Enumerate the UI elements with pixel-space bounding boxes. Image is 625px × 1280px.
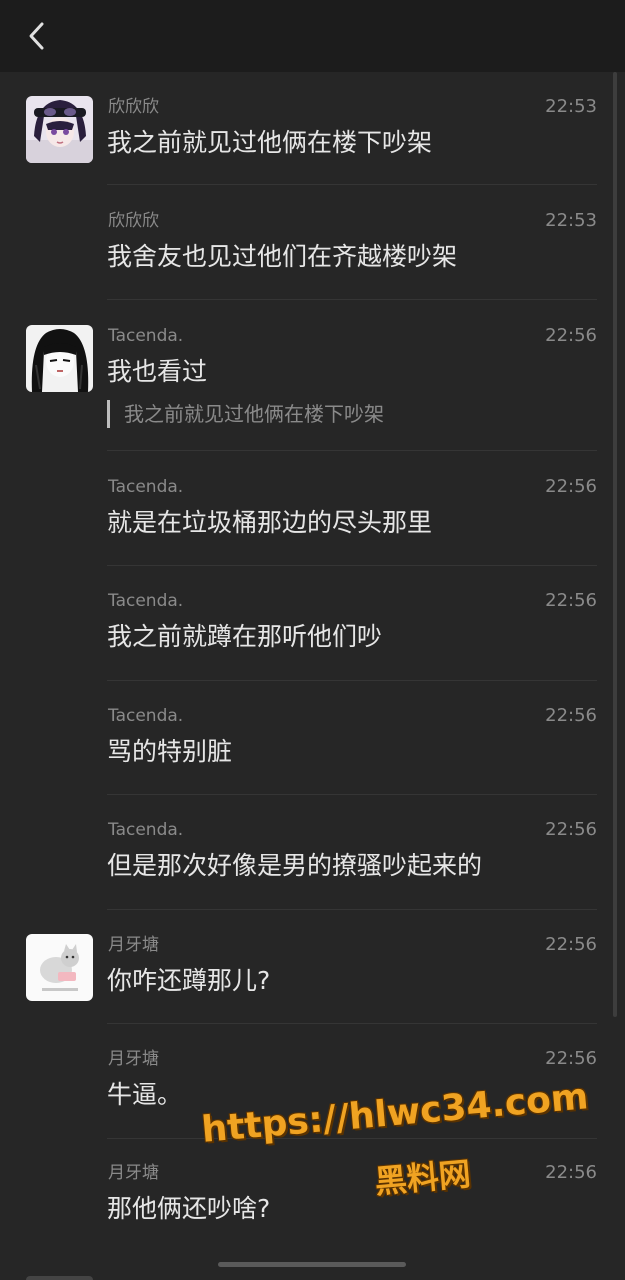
sender-name: Tacenda.: [108, 706, 184, 726]
message-text: 骂的特别脏: [107, 737, 233, 766]
sender-name: Tacenda.: [108, 326, 184, 346]
message-time: 22:56: [545, 934, 597, 955]
message-item[interactable]: 欣欣欣 22:53 我之前就见过他俩在楼下吵架: [0, 96, 625, 176]
home-indicator[interactable]: [218, 1262, 406, 1267]
next-message-avatar: [26, 1276, 93, 1280]
message-item[interactable]: Tacenda. 22:56 就是在垃圾桶那边的尽头那里: [0, 476, 625, 556]
sender-name: 月牙塘: [108, 1163, 159, 1183]
message-time: 22:53: [545, 210, 597, 231]
message-time: 22:56: [545, 476, 597, 497]
message-text: 但是那次好像是男的撩骚吵起来的: [107, 851, 483, 880]
watermark-label: 黑料网: [373, 1154, 473, 1201]
sender-name: 月牙塘: [108, 935, 159, 955]
divider: [107, 299, 597, 300]
message-time: 22:56: [545, 705, 597, 726]
divider: [107, 565, 597, 566]
message-time: 22:56: [545, 590, 597, 611]
cat-sticker-avatar[interactable]: [26, 934, 93, 1001]
quoted-message[interactable]: 我之前就见过他俩在楼下吵架: [107, 400, 384, 428]
message-item[interactable]: Tacenda. 22:56 骂的特别脏: [0, 705, 625, 785]
sender-name: Tacenda.: [108, 591, 184, 611]
message-text: 我之前就见过他俩在楼下吵架: [107, 128, 433, 157]
divider: [107, 450, 597, 451]
message-text: 我之前就蹲在那听他们吵: [107, 622, 383, 651]
message-text: 你咋还蹲那儿?: [107, 966, 271, 995]
message-item[interactable]: 月牙塘 22:56 你咋还蹲那儿?: [0, 934, 625, 1014]
sender-name: 月牙塘: [108, 1049, 159, 1069]
message-time: 22:56: [545, 325, 597, 346]
message-time: 22:56: [545, 1048, 597, 1069]
chevron-left-icon: [29, 22, 44, 50]
divider: [107, 184, 597, 185]
scrollbar[interactable]: [613, 72, 617, 1017]
sender-name: 欣欣欣: [108, 211, 159, 231]
message-item[interactable]: 欣欣欣 22:53 我舍友也见过他们在齐越楼吵架: [0, 210, 625, 290]
chat-screen: 欣欣欣 22:53 我之前就见过他俩在楼下吵架 欣欣欣 22:53 我舍友也见过…: [0, 0, 625, 1280]
message-text: 就是在垃圾桶那边的尽头那里: [107, 508, 433, 537]
divider: [107, 794, 597, 795]
message-time: 22:56: [545, 819, 597, 840]
message-time: 22:53: [545, 96, 597, 117]
message-item[interactable]: Tacenda. 22:56 我也看过 我之前就见过他俩在楼下吵架: [0, 325, 625, 435]
message-text: 牛逼。: [107, 1080, 183, 1109]
sender-name: Tacenda.: [108, 477, 184, 497]
divider: [107, 1023, 597, 1024]
back-button[interactable]: [14, 14, 58, 58]
manga-girl-avatar[interactable]: [26, 325, 93, 392]
anime-girl-avatar[interactable]: [26, 96, 93, 163]
message-item[interactable]: Tacenda. 22:56 我之前就蹲在那听他们吵: [0, 590, 625, 670]
message-text: 我舍友也见过他们在齐越楼吵架: [107, 242, 458, 271]
message-item[interactable]: Tacenda. 22:56 但是那次好像是男的撩骚吵起来的: [0, 819, 625, 899]
message-text: 我也看过: [107, 357, 208, 386]
divider: [107, 909, 597, 910]
top-bar: [0, 0, 625, 72]
divider: [107, 680, 597, 681]
sender-name: Tacenda.: [108, 820, 184, 840]
sender-name: 欣欣欣: [108, 97, 159, 117]
